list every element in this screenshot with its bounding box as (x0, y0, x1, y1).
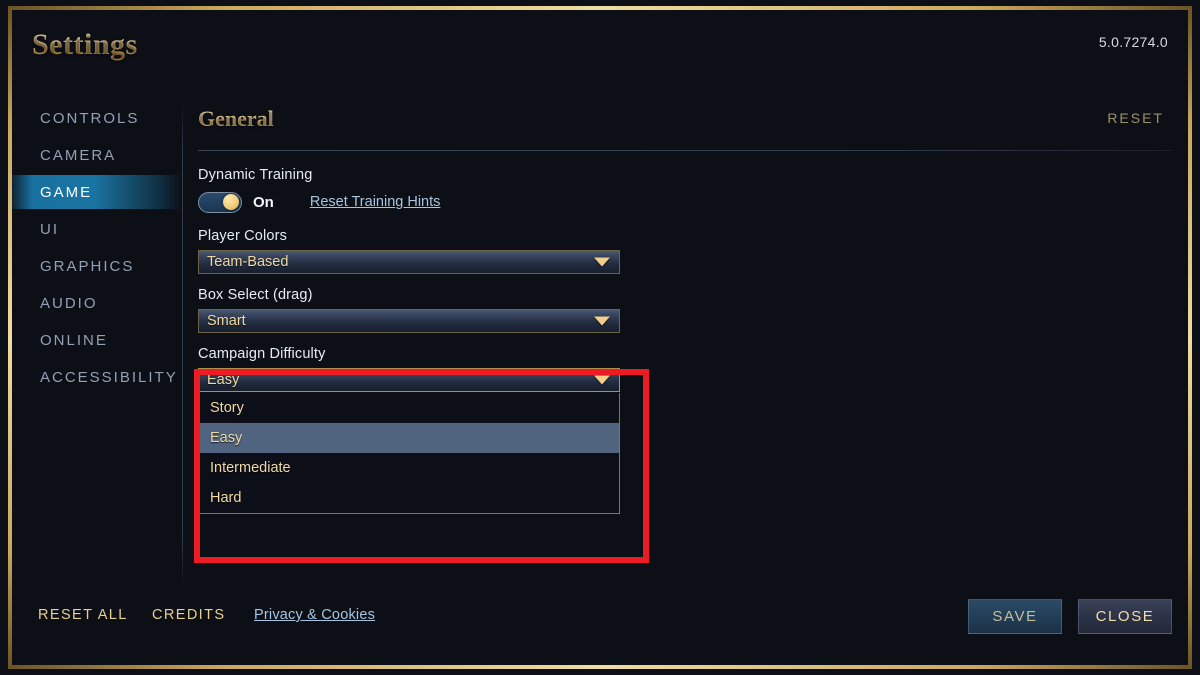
campaign-difficulty-options: Story Easy Intermediate Hard (198, 393, 620, 514)
dynamic-training-label: Dynamic Training (198, 167, 313, 183)
credits-button[interactable]: CREDITS (152, 607, 225, 623)
sidebar-item-label: AUDIO (40, 294, 98, 312)
player-colors-label: Player Colors (198, 228, 287, 244)
reset-section-button[interactable]: RESET (1107, 110, 1164, 126)
campaign-difficulty-field: Campaign Difficulty Easy Story Easy Interm… (198, 346, 1172, 514)
box-select-value: Smart (207, 313, 246, 329)
sidebar-item-accessibility[interactable]: ACCESSIBILITY (12, 360, 182, 394)
sidebar-nav: CONTROLS CAMERA GAME UI GRAPHICS AUDIO ONLINE A… (12, 98, 182, 397)
sidebar-divider (182, 100, 183, 590)
save-button[interactable]: SAVE (968, 599, 1062, 634)
difficulty-option-story[interactable]: Story (199, 393, 619, 423)
player-colors-dropdown[interactable]: Team-Based (198, 250, 620, 274)
page-title: Settings (32, 28, 138, 61)
player-colors-field: Player Colors Team-Based (198, 228, 1172, 274)
sidebar-item-controls[interactable]: CONTROLS (12, 101, 182, 135)
sidebar-item-label: CONTROLS (40, 109, 140, 127)
section-divider (198, 150, 1172, 151)
section-header: General RESET (198, 106, 1172, 150)
sidebar-item-label: ACCESSIBILITY (40, 368, 178, 386)
reset-training-hints-link[interactable]: Reset Training Hints (310, 194, 441, 210)
sidebar-item-audio[interactable]: AUDIO (12, 286, 182, 320)
frame-left-edge (8, 6, 12, 669)
chevron-down-icon (594, 316, 610, 326)
sidebar-item-graphics[interactable]: GRAPHICS (12, 249, 182, 283)
difficulty-option-intermediate[interactable]: Intermediate (199, 453, 619, 483)
sidebar-item-camera[interactable]: CAMERA (12, 138, 182, 172)
sidebar-item-ui[interactable]: UI (12, 212, 182, 246)
sidebar-item-game[interactable]: GAME (12, 175, 182, 209)
sidebar-item-label: UI (40, 220, 59, 238)
chevron-down-icon (594, 257, 610, 267)
close-button[interactable]: CLOSE (1078, 599, 1172, 634)
box-select-field: Box Select (drag) Smart (198, 287, 1172, 333)
sidebar-item-label: GRAPHICS (40, 257, 135, 275)
difficulty-option-label: Easy (210, 430, 243, 446)
content-area: General RESET Dynamic Training On Reset … (198, 106, 1172, 514)
dynamic-training-row: On Reset Training Hints (198, 189, 1172, 215)
sidebar-item-online[interactable]: ONLINE (12, 323, 182, 357)
chevron-down-icon (594, 375, 610, 385)
box-select-label: Box Select (drag) (198, 287, 313, 303)
settings-panel: Settings 5.0.7274.0 CONTROLS CAMERA GAME UI… (12, 10, 1188, 665)
difficulty-option-easy[interactable]: Easy (199, 423, 619, 453)
version-label: 5.0.7274.0 (1098, 34, 1168, 50)
sidebar-item-label: ONLINE (40, 331, 108, 349)
privacy-cookies-link[interactable]: Privacy & Cookies (254, 607, 375, 623)
difficulty-option-label: Hard (210, 490, 242, 506)
section-title: General (198, 106, 1172, 132)
settings-window: Settings 5.0.7274.0 CONTROLS CAMERA GAME UI… (0, 0, 1200, 675)
footer-bar: RESET ALL CREDITS Privacy & Cookies SAVE… (12, 587, 1188, 665)
dynamic-training-state: On (253, 193, 274, 211)
dynamic-training-field: Dynamic Training On Reset Training Hints (198, 167, 1172, 215)
frame-bottom-edge (8, 665, 1192, 669)
difficulty-option-label: Intermediate (210, 460, 291, 476)
campaign-difficulty-label: Campaign Difficulty (198, 346, 326, 362)
dynamic-training-toggle[interactable] (198, 191, 242, 213)
campaign-difficulty-dropdown[interactable]: Easy Story Easy Intermediate Hard (198, 368, 620, 514)
player-colors-value: Team-Based (207, 254, 289, 270)
difficulty-option-label: Story (210, 400, 244, 416)
box-select-dropdown[interactable]: Smart (198, 309, 620, 333)
campaign-difficulty-value: Easy (207, 372, 240, 388)
reset-all-button[interactable]: RESET ALL (38, 607, 128, 623)
difficulty-option-hard[interactable]: Hard (199, 483, 619, 513)
toggle-knob-icon (223, 194, 239, 210)
sidebar-item-label: CAMERA (40, 146, 117, 164)
sidebar-item-label: GAME (40, 183, 93, 201)
frame-right-edge (1188, 6, 1192, 669)
frame-top-edge (8, 6, 1192, 10)
